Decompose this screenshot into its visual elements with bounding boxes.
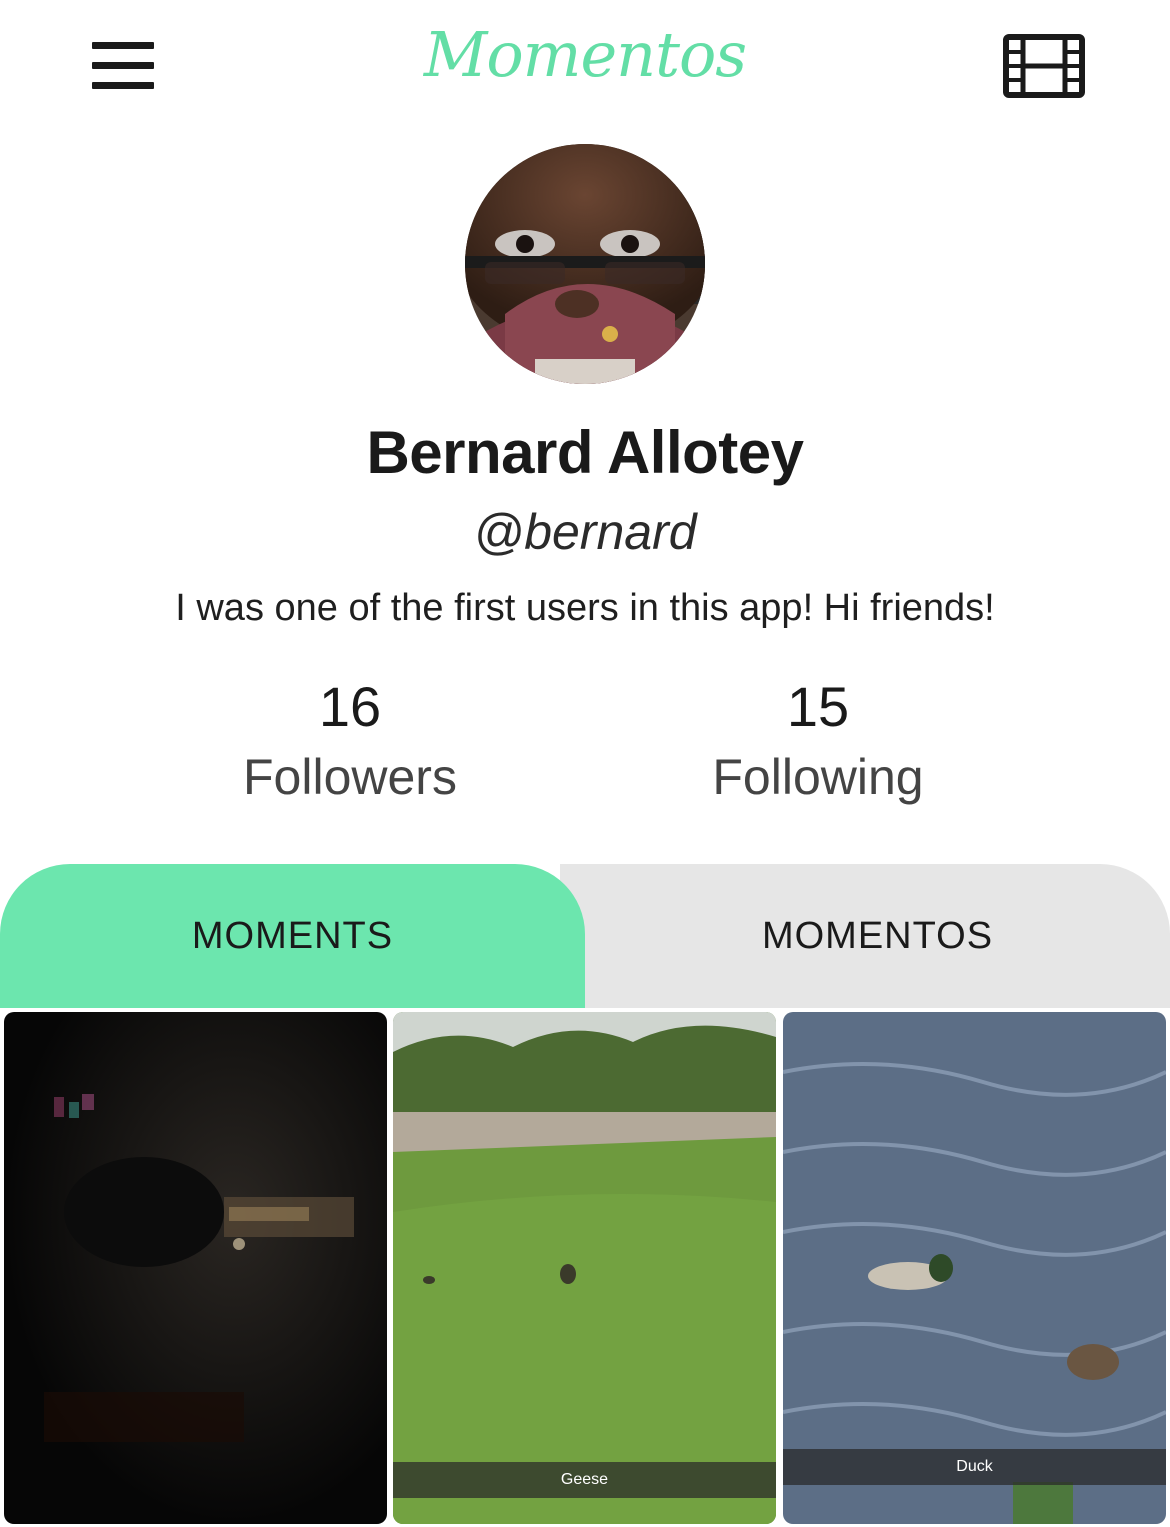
tab-momentos[interactable]: MOMENTOS bbox=[560, 864, 1170, 1008]
moment-tile-night[interactable] bbox=[4, 1012, 387, 1524]
profile-tabs: MOMENTOS MOMENTS bbox=[0, 864, 1170, 1008]
following-count: 15 bbox=[786, 675, 850, 738]
followers-stat[interactable]: 16 Followers bbox=[150, 672, 550, 812]
profile-handle: @bernard bbox=[473, 504, 697, 560]
profile-bio: I was one of the first users in this app… bbox=[175, 587, 995, 629]
tab-moments[interactable]: MOMENTS bbox=[0, 864, 585, 1008]
moments-grid: Geese Duck bbox=[0, 1010, 1170, 1527]
following-label: Following bbox=[712, 749, 924, 805]
top-bar: Momentos bbox=[0, 0, 1170, 130]
moment-tile-duck[interactable]: Duck bbox=[783, 1012, 1166, 1524]
following-stat[interactable]: 15 Following bbox=[618, 672, 1018, 812]
followers-label: Followers bbox=[243, 749, 457, 805]
avatar[interactable] bbox=[465, 144, 705, 384]
film-strip-icon[interactable] bbox=[1003, 34, 1085, 98]
moment-tile-geese[interactable]: Geese bbox=[393, 1012, 776, 1524]
profile-name: Bernard Allotey bbox=[366, 419, 804, 486]
followers-count: 16 bbox=[318, 675, 382, 738]
app-title: Momentos bbox=[423, 18, 747, 91]
moment-caption: Geese bbox=[393, 1462, 776, 1498]
moment-caption: Duck bbox=[783, 1449, 1166, 1485]
